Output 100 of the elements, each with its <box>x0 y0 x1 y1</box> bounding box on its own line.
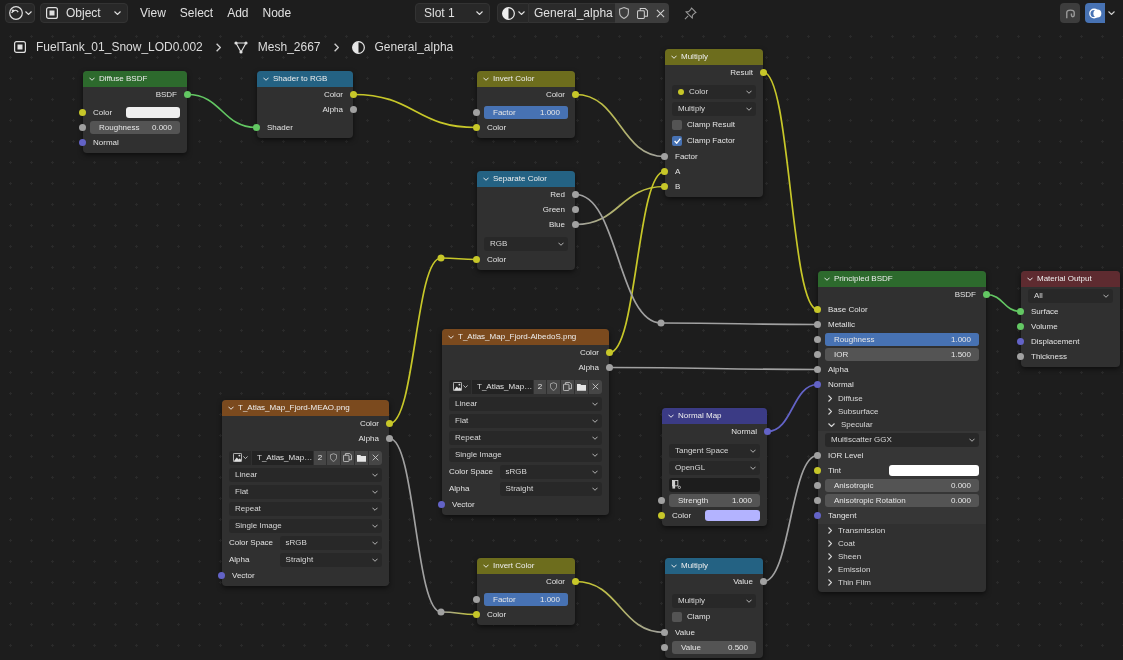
panel-toggle[interactable]: Subsurface <box>818 405 986 418</box>
fake-user-button[interactable] <box>615 3 633 23</box>
node-header[interactable]: Invert Color <box>477 71 575 87</box>
node-header[interactable]: Material Output <box>1021 271 1120 287</box>
socket-icon[interactable] <box>1017 353 1024 360</box>
menu-item[interactable]: Select <box>179 3 214 23</box>
slider[interactable]: Roughness 1.000 <box>825 333 979 346</box>
socket-icon[interactable] <box>473 109 480 116</box>
slider[interactable]: Factor 1.000 <box>484 106 568 119</box>
number-field[interactable]: Anisotropic Rotation 0.000 <box>825 494 979 507</box>
socket-icon[interactable] <box>661 153 668 160</box>
checkbox[interactable] <box>672 120 682 130</box>
panel-toggle[interactable]: Thin Film <box>818 576 986 589</box>
node-header[interactable]: T_Atlas_Map_Fjord-AlbedoS.png <box>442 329 609 345</box>
socket-icon[interactable] <box>814 351 821 358</box>
node-header[interactable]: Multiply <box>665 558 763 574</box>
dropdown[interactable]: Multiply <box>672 593 756 608</box>
dropdown[interactable]: Multiscatter GGX <box>825 432 979 447</box>
socket-icon[interactable] <box>473 611 480 618</box>
duplicate-button[interactable] <box>341 450 354 465</box>
socket-icon[interactable] <box>253 124 260 131</box>
image-name-field[interactable]: T_Atlas_Map… <box>252 450 313 465</box>
socket-icon[interactable] <box>661 168 668 175</box>
open-button[interactable] <box>355 450 368 465</box>
image-name-field[interactable]: T_Atlas_Map… <box>472 379 533 394</box>
unlink-button[interactable] <box>651 3 669 23</box>
dropdown[interactable]: All <box>1028 288 1113 303</box>
node-header[interactable]: Normal Map <box>662 408 767 424</box>
panel-toggle[interactable]: Coat <box>818 537 986 550</box>
material-browse-button[interactable] <box>497 3 529 23</box>
menu-item[interactable]: Node <box>262 3 292 23</box>
image-picker-button[interactable] <box>449 379 471 394</box>
color-swatch-icon[interactable] <box>125 107 180 118</box>
material-name-field[interactable]: General_alpha <box>529 3 615 23</box>
dropdown[interactable]: sRGB <box>499 464 602 479</box>
socket-icon[interactable] <box>1017 323 1024 330</box>
socket-icon[interactable] <box>1017 308 1024 315</box>
node-header[interactable]: T_Atlas_Map_Fjord-MEAO.png <box>222 400 389 416</box>
number-field[interactable]: IOR 1.500 <box>825 348 979 361</box>
socket-icon[interactable] <box>760 578 767 585</box>
dropdown[interactable]: RGB <box>484 236 568 251</box>
user-count-button[interactable]: 2 <box>314 450 326 465</box>
node-header[interactable]: Multiply <box>665 49 763 65</box>
fake-user-button[interactable] <box>327 450 340 465</box>
dropdown[interactable]: Straight <box>279 552 382 567</box>
dropdown[interactable]: Multiply <box>672 101 756 116</box>
breadcrumb-item[interactable]: General_alpha <box>374 38 454 56</box>
socket-icon[interactable] <box>661 629 668 636</box>
dropdown[interactable]: Linear <box>229 467 382 482</box>
open-button[interactable] <box>575 379 588 394</box>
socket-icon[interactable] <box>814 336 821 343</box>
overlays-button[interactable] <box>1085 3 1105 23</box>
node-header[interactable]: Separate Color <box>477 171 575 187</box>
socket-icon[interactable] <box>814 321 821 328</box>
socket-icon[interactable] <box>572 191 579 198</box>
socket-icon[interactable] <box>606 364 613 371</box>
breadcrumb-item[interactable]: FuelTank_01_Snow_LOD0.002 <box>36 38 203 56</box>
checkbox[interactable] <box>672 612 682 622</box>
socket-icon[interactable] <box>661 183 668 190</box>
dropdown[interactable]: Single Image <box>449 447 602 462</box>
socket-icon[interactable] <box>658 497 665 504</box>
fake-user-button[interactable] <box>547 379 560 394</box>
socket-icon[interactable] <box>814 482 821 489</box>
slot-dropdown[interactable]: Slot 1 <box>415 3 490 23</box>
socket-icon[interactable] <box>760 69 767 76</box>
socket-icon[interactable] <box>814 306 821 313</box>
node-header[interactable]: Principled BSDF <box>818 271 986 287</box>
unlink-button[interactable] <box>369 450 382 465</box>
number-field[interactable]: Anisotropic 0.000 <box>825 479 979 492</box>
socket-icon[interactable] <box>473 256 480 263</box>
mode-dropdown[interactable]: Object <box>40 3 128 23</box>
dropdown[interactable]: Flat <box>449 413 602 428</box>
socket-icon[interactable] <box>572 91 579 98</box>
dropdown[interactable]: Flat <box>229 484 382 499</box>
node-header[interactable]: Diffuse BSDF <box>83 71 187 87</box>
socket-icon[interactable] <box>473 124 480 131</box>
dropdown[interactable]: Color <box>672 84 756 99</box>
socket-icon[interactable] <box>184 91 191 98</box>
unlink-button[interactable] <box>589 379 602 394</box>
socket-icon[interactable] <box>572 206 579 213</box>
dropdown[interactable]: sRGB <box>279 535 382 550</box>
socket-icon[interactable] <box>983 291 990 298</box>
editor-type-button[interactable] <box>5 3 35 23</box>
socket-icon[interactable] <box>606 349 613 356</box>
socket-icon[interactable] <box>386 420 393 427</box>
dropdown[interactable]: Repeat <box>449 430 602 445</box>
snapping-button[interactable] <box>1060 3 1080 23</box>
socket-icon[interactable] <box>814 366 821 373</box>
number-field[interactable]: Roughness 0.000 <box>90 121 180 134</box>
socket-icon[interactable] <box>814 452 821 459</box>
socket-icon[interactable] <box>658 512 665 519</box>
socket-icon[interactable] <box>350 91 357 98</box>
socket-icon[interactable] <box>572 578 579 585</box>
node-header[interactable]: Shader to RGB <box>257 71 353 87</box>
color-swatch-icon[interactable] <box>705 510 760 521</box>
socket-icon[interactable] <box>79 124 86 131</box>
socket-icon[interactable] <box>814 467 821 474</box>
dropdown[interactable]: Linear <box>449 396 602 411</box>
socket-icon[interactable] <box>79 109 86 116</box>
menu-item[interactable]: Add <box>227 3 249 23</box>
